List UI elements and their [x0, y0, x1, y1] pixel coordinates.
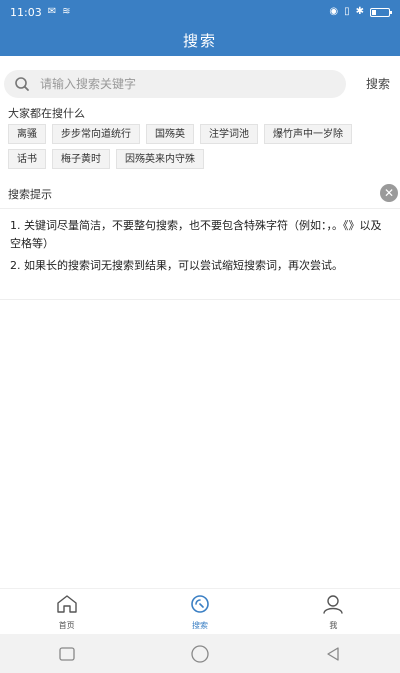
hot-search-title: 大家都在搜什么 [8, 107, 85, 120]
hot-tag[interactable]: 离骚 [8, 124, 46, 144]
nav-me-label: 我 [329, 620, 338, 630]
vibrate-icon: ▯ [344, 6, 350, 17]
status-right: ◉ ▯ ✱ [329, 6, 392, 17]
page-title: 搜索 [182, 31, 217, 50]
hot-tag[interactable]: 因殇英来内守殊 [116, 149, 204, 169]
back-button[interactable] [321, 642, 345, 666]
recent-apps-button[interactable] [55, 642, 79, 666]
eye-icon: ◉ [329, 6, 339, 17]
hot-tag[interactable]: 爆竹声中一岁除 [264, 124, 352, 144]
hot-tag[interactable]: 话书 [8, 149, 46, 169]
search-icon [189, 594, 211, 618]
close-icon[interactable]: ✕ [380, 184, 398, 202]
battery-icon [370, 7, 392, 17]
wifi-icon: ≋ [62, 6, 71, 17]
search-button[interactable]: 搜索 [366, 70, 390, 98]
status-time: 11:03 [10, 5, 42, 19]
nav-search[interactable]: 搜索 [133, 589, 266, 635]
user-icon [322, 594, 344, 618]
hot-search-tags: 离骚 步步常向道统行 国殇英 注学词池 爆竹声中一岁除 话书 梅子黄时 因殇英来… [8, 124, 392, 169]
hot-tag[interactable]: 注学词池 [200, 124, 258, 144]
search-icon [14, 76, 30, 92]
tips-title: 搜索提示 [8, 188, 52, 201]
nav-me[interactable]: 我 [267, 589, 400, 635]
tips-header: 搜索提示 ✕ [0, 182, 400, 204]
bottom-nav: 首页 搜索 我 [0, 588, 400, 635]
search-input[interactable] [38, 76, 322, 92]
nav-home-label: 首页 [58, 620, 75, 630]
hot-tag[interactable]: 步步常向道统行 [52, 124, 140, 144]
system-nav-bar [0, 634, 400, 673]
nav-search-label: 搜索 [191, 620, 208, 630]
search-box[interactable] [4, 70, 346, 98]
content-area [0, 300, 400, 590]
message-icon: ✉ [47, 6, 57, 17]
bluetooth-icon: ✱ [355, 6, 364, 17]
home-icon [56, 594, 78, 618]
tips-box: 1. 关键词尽量简洁，不要整句搜索，也不要包含特殊字符（例如：，。《》以及空格等… [0, 208, 400, 300]
search-row: 搜索 [0, 70, 400, 100]
status-bar: 11:03 ✉ ≋ ◉ ▯ ✱ [0, 0, 400, 24]
hot-tag[interactable]: 梅子黄时 [52, 149, 110, 169]
status-left: 11:03 ✉ ≋ [10, 6, 70, 19]
home-button[interactable] [188, 642, 212, 666]
nav-home[interactable]: 首页 [0, 589, 133, 635]
page-title-bar: 搜索 [0, 24, 400, 56]
tip-line-2: 2. 如果长的搜索词无搜索到结果，可以尝试缩短搜索词，再次尝试。 [10, 259, 343, 272]
tip-line-1: 1. 关键词尽量简洁，不要整句搜索，也不要包含特殊字符（例如：，。《》以及空格等… [10, 219, 382, 250]
hot-tag[interactable]: 国殇英 [146, 124, 194, 144]
